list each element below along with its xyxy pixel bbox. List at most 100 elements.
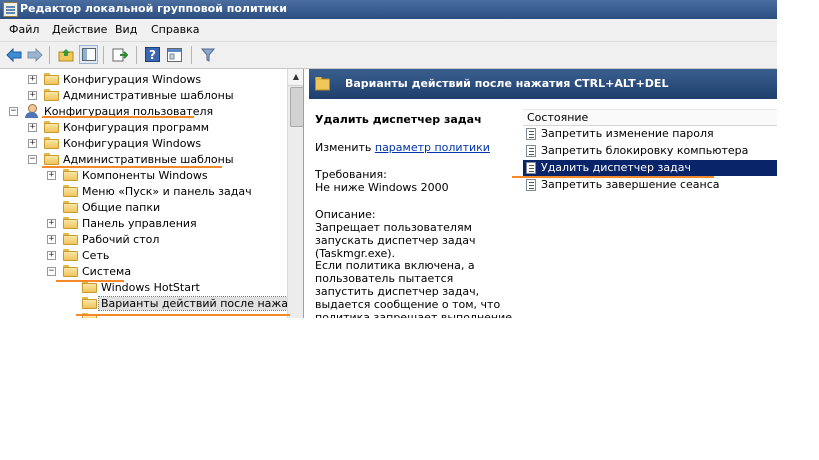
scroll-up-arrow-icon[interactable]: ▲ (288, 69, 303, 86)
menu-file[interactable]: Файл (9, 23, 39, 36)
folder-open-icon (315, 76, 331, 91)
folder-icon (44, 73, 59, 85)
expand-toggle[interactable]: + (28, 139, 37, 148)
tree-item-label: Конфигурация Windows (63, 137, 202, 150)
folder-icon (44, 89, 59, 101)
expand-toggle[interactable]: + (47, 251, 56, 260)
tree-item-system[interactable]: − Система (0, 264, 287, 280)
collapse-toggle[interactable]: − (28, 155, 37, 164)
policy-setting-icon (526, 128, 536, 140)
menu-bar: Файл Действие Вид Справка (0, 19, 777, 42)
folder-icon (82, 281, 97, 293)
policy-row-disable-logoff[interactable]: Запретить завершение сеанса (523, 177, 777, 193)
tree-item-label: Административные шаблоны (63, 153, 234, 166)
details-header: Варианты действий после нажатия CTRL+ALT… (309, 69, 777, 99)
toolbar-separator (103, 46, 104, 64)
folder-icon (82, 297, 97, 309)
column-header-label: Состояние (527, 111, 589, 124)
folder-icon (44, 137, 59, 149)
folder-icon (63, 249, 78, 261)
up-folder-icon[interactable] (56, 45, 75, 64)
extended-description: Удалить диспетчер задач Изменить парамет… (309, 99, 519, 318)
title-bar: Редактор локальной групповой политики (0, 0, 777, 19)
toolbar-separator (191, 46, 192, 64)
tree-item-label: Рабочий стол (82, 233, 160, 246)
description-label: Описание: (315, 208, 376, 221)
policy-row-label: Удалить диспетчер задач (541, 161, 691, 174)
expand-toggle[interactable]: + (28, 75, 37, 84)
menu-help[interactable]: Справка (151, 23, 199, 36)
policy-setting-icon (526, 162, 536, 174)
annotation-underline (56, 280, 124, 282)
edit-policy-line: Изменить параметр политики (315, 141, 490, 154)
requirements-label: Требования: (315, 168, 387, 181)
tree-item-admin-templates-computer[interactable]: + Административные шаблоны (0, 88, 287, 104)
help-icon[interactable]: ? (143, 45, 162, 64)
tree-item-windows-hotstart[interactable]: Windows HotStart (0, 280, 287, 296)
tree-item-ctrl-alt-del-options[interactable]: Варианты действий после нажатия CTRL+ALT… (0, 296, 303, 312)
toolbar-separator (49, 46, 50, 64)
tree-scrollbar[interactable]: ▲ (287, 69, 303, 318)
policy-row-remove-task-manager[interactable]: Удалить диспетчер задач (523, 160, 777, 176)
collapse-toggle[interactable]: − (9, 107, 18, 116)
scroll-thumb[interactable] (290, 87, 303, 127)
annotation-underline (76, 314, 290, 316)
tree-item-control-panel[interactable]: + Панель управления (0, 216, 287, 232)
expand-toggle[interactable]: + (28, 123, 37, 132)
policy-row-label: Запретить завершение сеанса (541, 178, 720, 191)
column-header-state[interactable]: Состояние (523, 109, 777, 126)
folder-open-icon (63, 265, 78, 277)
filter-icon[interactable] (198, 45, 217, 64)
tree-item-windows-components[interactable]: + Компоненты Windows (0, 168, 287, 184)
svg-text:?: ? (149, 48, 156, 62)
description-text-continued: Если политика включена, а пользователь п… (315, 259, 513, 318)
tree-item-label: Меню «Пуск» и панель задач (82, 185, 252, 198)
folder-icon (63, 233, 78, 245)
folder-icon (44, 121, 59, 133)
tree-pane[interactable]: + Конфигурация Windows + Административны… (0, 69, 304, 318)
tree-item-software-settings[interactable]: + Конфигурация программ (0, 120, 287, 136)
folder-open-icon (44, 153, 59, 165)
user-icon (24, 104, 40, 119)
edit-policy-link[interactable]: параметр политики (375, 141, 490, 154)
edit-prefix-text: Изменить (315, 141, 372, 154)
menu-view[interactable]: Вид (115, 23, 137, 36)
export-list-icon[interactable] (110, 45, 129, 64)
expand-toggle[interactable]: + (28, 91, 37, 100)
policy-row-disable-password-change[interactable]: Запретить изменение пароля (523, 126, 777, 142)
folder-icon (63, 185, 78, 197)
folder-icon (63, 169, 78, 181)
gpedit-window: Редактор локальной групповой политики Фа… (0, 0, 777, 318)
tree-item-start-menu-taskbar[interactable]: Меню «Пуск» и панель задач (0, 184, 287, 200)
details-header-title: Варианты действий после нажатия CTRL+ALT… (345, 77, 669, 90)
tree-item-network[interactable]: + Сеть (0, 248, 287, 264)
policy-list: Состояние Запретить изменение пароля Зап… (519, 99, 777, 318)
window-title: Редактор локальной групповой политики (20, 2, 287, 15)
selected-policy-name: Удалить диспетчер задач (315, 113, 482, 126)
policy-row-label: Запретить изменение пароля (541, 127, 714, 140)
tree-item-label: Административные шаблоны (63, 89, 234, 102)
toolbar: ? (0, 42, 777, 69)
details-pane: Варианты действий после нажатия CTRL+ALT… (309, 69, 777, 318)
tree-item-windows-config-computer[interactable]: + Конфигурация Windows (0, 72, 287, 88)
tree-item-label: Система (82, 265, 132, 278)
expand-toggle[interactable]: + (47, 235, 56, 244)
tree-item-desktop[interactable]: + Рабочий стол (0, 232, 287, 248)
show-hide-tree-icon[interactable] (79, 45, 98, 64)
expand-toggle[interactable]: + (47, 219, 56, 228)
tree-item-label: Сеть (82, 249, 110, 262)
policy-row-disable-lock-computer[interactable]: Запретить блокировку компьютера (523, 143, 777, 159)
properties-icon[interactable] (165, 45, 184, 64)
tree-item-shared-folders[interactable]: Общие папки (0, 200, 287, 216)
folder-icon (63, 217, 78, 229)
forward-arrow-icon[interactable] (25, 45, 44, 64)
gpedit-app-icon (3, 2, 18, 17)
tree-item-label: Панель управления (82, 217, 197, 230)
tree-item-windows-config-user[interactable]: + Конфигурация Windows (0, 136, 287, 152)
back-arrow-icon[interactable] (4, 45, 23, 64)
collapse-toggle[interactable]: − (47, 267, 56, 276)
annotation-underline (42, 166, 222, 168)
menu-action[interactable]: Действие (52, 23, 107, 36)
requirements-value: Не ниже Windows 2000 (315, 181, 449, 194)
expand-toggle[interactable]: + (47, 171, 56, 180)
